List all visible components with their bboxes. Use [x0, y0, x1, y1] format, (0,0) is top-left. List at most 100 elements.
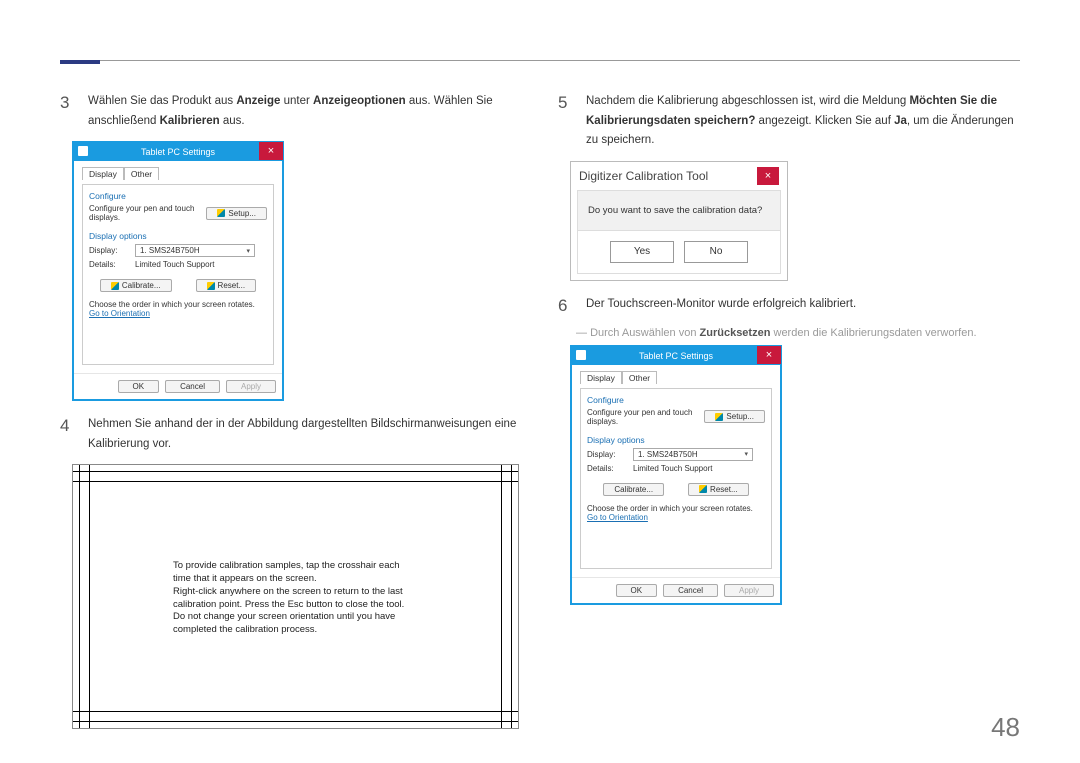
tab-display[interactable]: Display — [580, 371, 622, 384]
details-label: Details: — [89, 260, 129, 269]
step-4: 4 Nehmen Sie anhand der in der Abbildung… — [60, 415, 520, 454]
order-text: Choose the order in which your screen ro… — [89, 300, 267, 309]
t: aus. — [220, 115, 245, 127]
b: Anzeige — [236, 95, 280, 107]
ok-button[interactable]: OK — [616, 584, 658, 597]
display-label: Display: — [89, 246, 129, 255]
apply-button[interactable]: Apply — [226, 380, 276, 393]
dialog-title: Digitizer Calibration Tool — [579, 169, 708, 183]
calibration-instructions: To provide calibration samples, tap the … — [173, 560, 418, 637]
window-icon — [576, 350, 586, 360]
display-label: Display: — [587, 450, 627, 459]
calibrate-button[interactable]: Calibrate... — [100, 279, 172, 292]
ok-button[interactable]: OK — [118, 380, 160, 393]
lbl: Reset... — [218, 281, 246, 290]
section-configure: Configure — [89, 191, 267, 201]
details-label: Details: — [587, 464, 627, 473]
calibration-screen: To provide calibration samples, tap the … — [72, 464, 519, 729]
close-button[interactable]: × — [757, 346, 781, 364]
tab-display[interactable]: Display — [82, 167, 124, 180]
calibrate-button[interactable]: Calibrate... — [603, 483, 664, 496]
dialog-titlebar: Digitizer Calibration Tool × — [571, 162, 787, 190]
orientation-link[interactable]: Go to Orientation — [587, 513, 765, 522]
tabs: Display Other — [580, 371, 772, 384]
step-3: 3 Wählen Sie das Produkt aus Anzeige unt… — [60, 92, 520, 131]
tab-other[interactable]: Other — [124, 167, 159, 180]
lbl: Reset... — [710, 485, 738, 494]
step-text: Der Touchscreen-Monitor wurde erfolgreic… — [586, 295, 856, 317]
window-titlebar: Tablet PC Settings × — [572, 347, 780, 365]
step-number: 3 — [60, 92, 76, 131]
step-text: Nehmen Sie anhand der in der Abbildung d… — [88, 415, 520, 454]
dialog-buttons: Yes No — [578, 231, 780, 273]
step-text: Nachdem die Kalibrierung abgeschlossen i… — [586, 92, 1018, 151]
shield-icon — [699, 485, 707, 493]
cancel-button[interactable]: Cancel — [165, 380, 220, 393]
step-number: 6 — [558, 295, 574, 317]
val: 1. SMS24B750H — [140, 246, 200, 255]
setup-button[interactable]: Setup... — [206, 207, 267, 220]
window-footer: OK Cancel Apply — [74, 373, 282, 399]
header-accent — [60, 60, 100, 64]
shield-icon — [217, 209, 225, 217]
display-dropdown[interactable]: 1. SMS24B750H — [633, 448, 753, 461]
close-button[interactable]: × — [259, 142, 283, 160]
window-title: Tablet PC Settings — [639, 351, 713, 361]
configure-desc: Configure your pen and touch displays. — [587, 408, 698, 426]
configure-desc: Configure your pen and touch displays. — [89, 204, 200, 222]
details-value: Limited Touch Support — [633, 464, 712, 473]
window-titlebar: Tablet PC Settings × — [74, 143, 282, 161]
t: Durch Auswählen von — [590, 327, 699, 339]
window-footer: OK Cancel Apply — [572, 577, 780, 603]
window-title: Tablet PC Settings — [141, 147, 215, 157]
window-body: Display Other Configure Configure your p… — [572, 365, 780, 577]
tablet-pc-settings-window: Tablet PC Settings × Display Other Confi… — [72, 141, 284, 401]
b: Kalibrieren — [160, 115, 220, 127]
right-column: 5 Nachdem die Kalibrierung abgeschlossen… — [558, 92, 1018, 619]
b: Zurücksetzen — [700, 327, 771, 339]
yes-button[interactable]: Yes — [610, 241, 674, 263]
step-6: 6 Der Touchscreen-Monitor wurde erfolgre… — [558, 295, 1018, 317]
display-dropdown[interactable]: 1. SMS24B750H — [135, 244, 255, 257]
dialog-question: Do you want to save the calibration data… — [578, 191, 780, 231]
dash: ― — [576, 327, 587, 339]
tab-other[interactable]: Other — [622, 371, 657, 384]
section-display-options: Display options — [587, 435, 765, 445]
val: 1. SMS24B750H — [638, 450, 698, 459]
orientation-link[interactable]: Go to Orientation — [89, 309, 267, 318]
panel: Configure Configure your pen and touch d… — [82, 184, 274, 365]
shield-icon — [715, 413, 723, 421]
details-value: Limited Touch Support — [135, 260, 214, 269]
tablet-pc-settings-window-2: Tablet PC Settings × Display Other Confi… — [570, 345, 782, 605]
step-number: 4 — [60, 415, 76, 454]
step-number: 5 — [558, 92, 574, 151]
page-number: 48 — [991, 712, 1020, 743]
b: Ja — [894, 115, 907, 127]
no-button[interactable]: No — [684, 241, 748, 263]
t: Wählen Sie das Produkt aus — [88, 95, 236, 107]
cancel-button[interactable]: Cancel — [663, 584, 718, 597]
t: unter — [280, 95, 313, 107]
shield-icon — [111, 282, 119, 290]
dialog-body: Do you want to save the calibration data… — [577, 190, 781, 274]
header-rule — [60, 60, 1020, 61]
lbl: Setup... — [726, 412, 754, 421]
step-5: 5 Nachdem die Kalibrierung abgeschlossen… — [558, 92, 1018, 151]
digitizer-dialog: Digitizer Calibration Tool × Do you want… — [570, 161, 788, 281]
apply-button[interactable]: Apply — [724, 584, 774, 597]
window-icon — [78, 146, 88, 156]
reset-button[interactable]: Reset... — [688, 483, 749, 496]
section-display-options: Display options — [89, 231, 267, 241]
shield-icon — [207, 282, 215, 290]
close-button[interactable]: × — [757, 167, 779, 185]
setup-button[interactable]: Setup... — [704, 410, 765, 423]
t: werden die Kalibrierungsdaten verworfen. — [770, 327, 976, 339]
t: Nachdem die Kalibrierung abgeschlossen i… — [586, 95, 909, 107]
tabs: Display Other — [82, 167, 274, 180]
reset-button[interactable]: Reset... — [196, 279, 257, 292]
lbl: Setup... — [228, 209, 256, 218]
order-text: Choose the order in which your screen ro… — [587, 504, 765, 513]
note: ― Durch Auswählen von Zurücksetzen werde… — [576, 327, 1018, 339]
window-body: Display Other Configure Configure your p… — [74, 161, 282, 373]
t: angezeigt. Klicken Sie auf — [755, 115, 894, 127]
